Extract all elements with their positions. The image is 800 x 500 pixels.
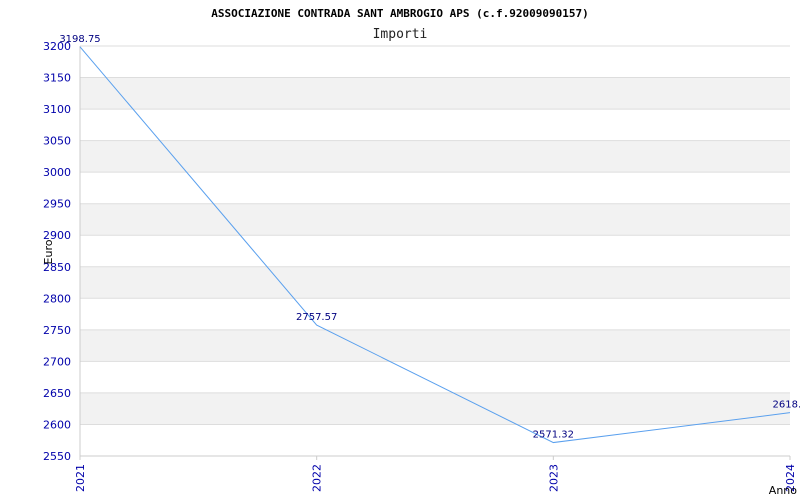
y-tick-label: 2750 bbox=[43, 324, 71, 337]
background-band bbox=[80, 424, 790, 456]
y-tick-label: 3150 bbox=[43, 72, 71, 85]
background-band bbox=[80, 329, 790, 362]
background-band bbox=[80, 235, 790, 267]
x-tick-label: 2023 bbox=[547, 464, 560, 492]
data-label: 2757.57 bbox=[296, 312, 337, 323]
x-tick-label: 2022 bbox=[311, 464, 324, 492]
y-tick-label: 2800 bbox=[43, 292, 71, 305]
data-label: 2571.32 bbox=[533, 430, 574, 441]
y-tick-label: 2600 bbox=[43, 418, 71, 431]
background-band bbox=[80, 361, 790, 393]
y-tick-label: 3100 bbox=[43, 103, 71, 116]
background-band bbox=[80, 140, 790, 173]
background-band bbox=[80, 203, 790, 236]
plot-background-bands bbox=[80, 46, 790, 456]
x-axis-label: Anno bbox=[769, 484, 797, 497]
data-label: 3198.75 bbox=[59, 34, 100, 45]
y-tick-label: 2650 bbox=[43, 387, 71, 400]
y-axis-label: Euro bbox=[42, 239, 55, 264]
background-band bbox=[80, 77, 790, 110]
line-chart: ASSOCIAZIONE CONTRADA SANT AMBROGIO APS … bbox=[42, 7, 800, 497]
background-band bbox=[80, 46, 790, 78]
x-tick-label: 2021 bbox=[74, 464, 87, 492]
chart-title: ASSOCIAZIONE CONTRADA SANT AMBROGIO APS … bbox=[211, 7, 589, 20]
background-band bbox=[80, 392, 790, 425]
y-tick-label: 3050 bbox=[43, 135, 71, 148]
y-tick-label: 2700 bbox=[43, 355, 71, 368]
chart-subtitle: Importi bbox=[373, 27, 428, 42]
background-band bbox=[80, 298, 790, 330]
y-tick-label: 3000 bbox=[43, 166, 71, 179]
x-axis-ticks: 2021 2022 2023 2024 bbox=[74, 456, 797, 492]
y-tick-label: 2550 bbox=[43, 450, 71, 463]
background-band bbox=[80, 172, 790, 204]
background-band bbox=[80, 109, 790, 141]
y-tick-label: 2950 bbox=[43, 198, 71, 211]
data-label: 2618.7 bbox=[773, 400, 800, 411]
background-band bbox=[80, 266, 790, 299]
